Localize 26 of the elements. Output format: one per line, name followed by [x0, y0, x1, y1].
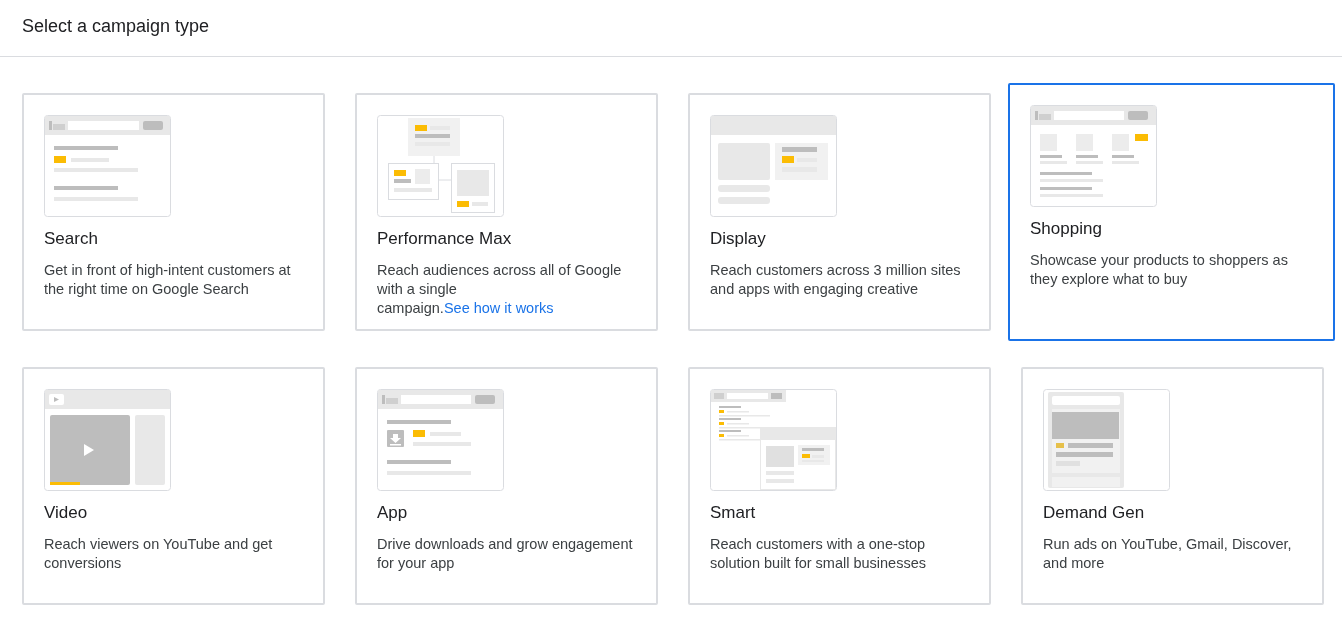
campaign-type-card[interactable]: Shopping Showcase your products to shoppers as they explore what to buy	[1008, 83, 1335, 341]
campaign-type-title: Smart	[710, 503, 756, 523]
campaign-type-card[interactable]: App Drive downloads and grow engagement for your app	[355, 367, 658, 605]
campaign-type-description: Run ads on YouTube, Gmail, Discover, and more	[1043, 535, 1293, 573]
campaign-type-card[interactable]: Display Reach customers across 3 million sites and apps with engaging creative	[688, 93, 991, 331]
campaign-type-title: Shopping	[1030, 219, 1102, 239]
campaign-type-card[interactable]: Demand Gen Run ads on YouTube, Gmail, Discover, and more	[1021, 367, 1324, 605]
campaign-type-card[interactable]: Performance Max Reach audiences across all of Google with a single campaign.See how it works	[355, 93, 658, 331]
campaign-type-description: Reach customers across 3 million sites and apps with engaging creative	[710, 261, 962, 299]
campaign-type-description: Reach audiences across all of Google with a single campaign.See how it works	[377, 261, 623, 318]
campaign-type-description: Drive downloads and grow engagement for your app	[377, 535, 634, 573]
campaign-type-description: Reach customers with a one-stop solution built for small businesses	[710, 535, 927, 573]
campaign-type-description: Get in front of high-intent customers at the right time on Google Search	[44, 261, 292, 299]
campaign-type-title: Search	[44, 229, 98, 249]
campaign-type-card[interactable]: Search Get in front of high-intent customers at the right time on Google Search	[22, 93, 325, 331]
see-how-it-works-link[interactable]: See how it works	[443, 300, 554, 316]
campaign-type-title: App	[377, 503, 408, 523]
campaign-type-card[interactable]: Smart Reach customers with a one-stop solution built for small businesses	[688, 367, 991, 605]
campaign-type-title: Demand Gen	[1043, 503, 1145, 523]
page-title: Select a campaign type	[22, 15, 210, 38]
campaign-type-description: Reach viewers on YouTube and get conversions	[44, 535, 274, 573]
campaign-type-card[interactable]: Video Reach viewers on YouTube and get conversions	[22, 367, 325, 605]
campaign-type-title: Performance Max	[377, 229, 512, 249]
campaign-type-title: Video	[44, 503, 88, 523]
campaign-type-title: Display	[710, 229, 766, 249]
campaign-type-description: Showcase your products to shoppers as they explore what to buy	[1030, 251, 1289, 289]
